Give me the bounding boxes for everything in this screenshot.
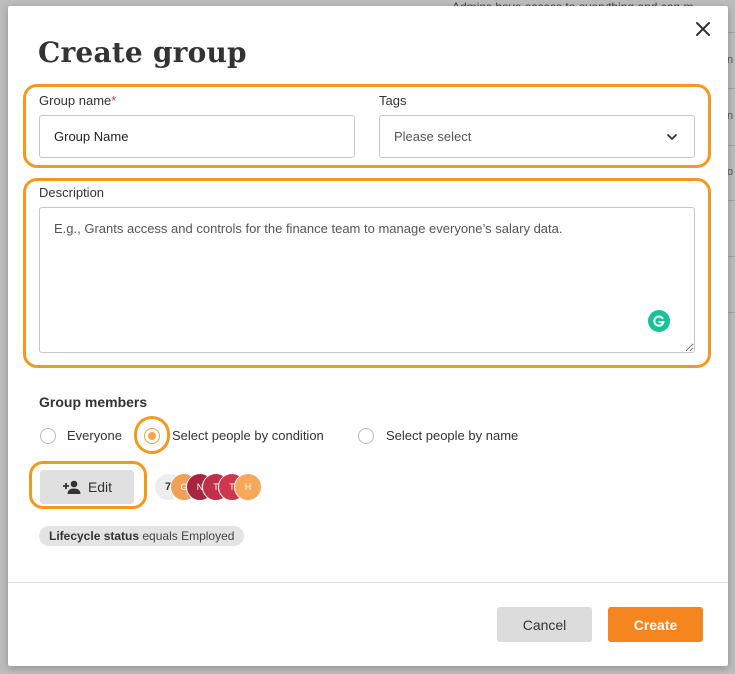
tags-placeholder: Please select	[394, 129, 472, 144]
radio-everyone-label[interactable]: Everyone	[67, 428, 122, 443]
member-avatar: H	[234, 473, 262, 501]
radio-select-by-condition-label[interactable]: Select people by condition	[172, 428, 324, 443]
edit-button-label: Edit	[87, 479, 113, 495]
group-members-title: Group members	[39, 394, 148, 410]
tags-select[interactable]: Please select	[379, 115, 695, 158]
add-person-icon	[62, 480, 81, 494]
chevron-down-icon	[667, 134, 677, 140]
group-name-input[interactable]: Group Name	[39, 115, 355, 158]
background-fragment: o	[727, 166, 734, 178]
required-marker: *	[111, 93, 117, 108]
background-divider	[727, 88, 735, 89]
dialog-title: Create group	[38, 36, 247, 69]
radio-select-by-name[interactable]	[358, 428, 374, 444]
footer-divider	[8, 582, 728, 583]
background-fragment: n	[727, 54, 734, 66]
radio-select-by-name-label[interactable]: Select people by name	[386, 428, 518, 443]
background-fragment: n	[727, 110, 734, 122]
condition-chip: Lifecycle status equals Employed	[39, 526, 245, 546]
radio-everyone[interactable]	[40, 428, 56, 444]
group-name-value: Group Name	[54, 129, 129, 144]
create-button[interactable]: Create	[608, 607, 703, 642]
edit-members-button[interactable]: Edit	[40, 470, 134, 504]
radio-select-by-condition[interactable]	[144, 428, 160, 444]
group-name-label: Group name*	[39, 93, 117, 108]
background-divider	[727, 256, 735, 257]
background-divider	[727, 32, 735, 33]
create-group-dialog: Create group Group name* Group Name Tags…	[8, 6, 728, 666]
background-divider	[727, 312, 735, 313]
grammarly-icon[interactable]	[648, 310, 670, 332]
description-label: Description	[39, 185, 105, 200]
condition-rest: equals Employed	[139, 529, 235, 543]
condition-field: Lifecycle status	[49, 529, 140, 543]
close-icon[interactable]	[694, 20, 712, 38]
background-divider	[727, 200, 735, 201]
background-divider	[727, 145, 735, 146]
tags-label: Tags	[379, 93, 407, 108]
description-textarea[interactable]	[39, 207, 695, 353]
cancel-button[interactable]: Cancel	[497, 607, 592, 642]
